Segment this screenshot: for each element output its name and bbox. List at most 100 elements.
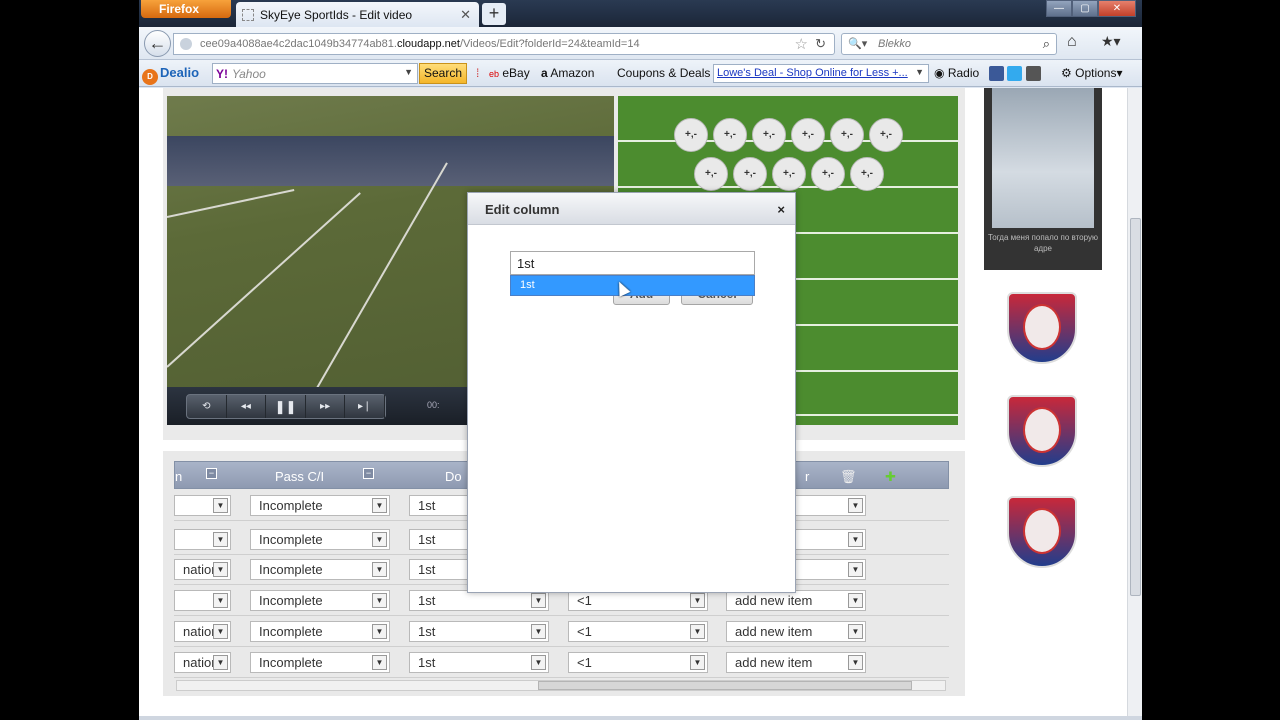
home-icon[interactable]: ⌂ xyxy=(1067,33,1077,51)
dropdown-arrow-icon[interactable]: ▼ xyxy=(372,532,387,547)
dropdown-arrow-icon[interactable]: ▼ xyxy=(848,624,863,639)
dropdown-arrow-icon[interactable]: ▼ xyxy=(213,562,228,577)
google-plus-icon[interactable] xyxy=(1025,66,1041,81)
play-marker[interactable]: +,- xyxy=(733,157,767,191)
row-cell[interactable]: 1st ▼ xyxy=(409,621,549,642)
dropdown-arrow-icon[interactable]: ▼ xyxy=(213,624,228,639)
dropdown-arrow-icon[interactable]: ▼ xyxy=(213,498,228,513)
dropdown-arrow-icon[interactable]: ▼ xyxy=(690,624,705,639)
row-cell[interactable]: Incomplete ▼ xyxy=(250,621,390,642)
facebook-icon[interactable] xyxy=(989,66,1004,81)
radio-link[interactable]: ◉ Radio xyxy=(934,66,979,80)
club-emblem-image[interactable] xyxy=(1007,395,1077,467)
reload-icon[interactable]: ↻ xyxy=(815,36,826,52)
loop-icon[interactable]: ⟲ xyxy=(187,395,227,418)
row-cell[interactable]: ▼ xyxy=(174,590,231,611)
play-marker[interactable]: +,- xyxy=(752,118,786,152)
dropdown-arrow-icon[interactable]: ▼ xyxy=(690,593,705,608)
play-marker[interactable]: +,- xyxy=(850,157,884,191)
dropdown-arrow-icon[interactable]: ▼ xyxy=(531,624,546,639)
options-menu[interactable]: ⚙ Options▾ xyxy=(1061,66,1123,80)
trash-icon[interactable]: 🗑 xyxy=(840,469,857,485)
row-cell[interactable]: add new item ▼ xyxy=(726,621,866,642)
close-window-button[interactable]: ✕ xyxy=(1098,0,1136,17)
dropdown-arrow-icon[interactable]: ▼ xyxy=(848,593,863,608)
row-cell[interactable]: add new item ▼ xyxy=(726,590,866,611)
play-marker[interactable]: +,- xyxy=(674,118,708,152)
next-frame-icon[interactable]: ▸❘ xyxy=(345,395,385,418)
coupons-deals-link[interactable]: Coupons & Deals xyxy=(617,66,710,80)
column-toggle-icon[interactable]: − xyxy=(206,468,217,479)
dropdown-arrow-icon[interactable]: ▼ xyxy=(848,532,863,547)
search-go-icon[interactable]: ⌕ xyxy=(1043,36,1050,52)
dropdown-arrow-icon[interactable]: ▼ xyxy=(213,532,228,547)
url-bar[interactable]: cee09a4088ae4c2dac1049b34774ab81.cloudap… xyxy=(173,33,835,55)
page-scrollbar[interactable] xyxy=(1127,88,1142,720)
play-marker[interactable]: +,- xyxy=(791,118,825,152)
row-cell[interactable]: nation ▼ xyxy=(174,621,231,642)
site-identity-icon[interactable] xyxy=(180,38,192,50)
scrollbar-thumb[interactable] xyxy=(538,681,912,690)
row-cell[interactable]: Incomplete ▼ xyxy=(250,652,390,673)
search-box[interactable]: 🔍▾ Blekko ⌕ xyxy=(841,33,1057,55)
new-tab-button[interactable]: + xyxy=(482,3,506,25)
play-marker[interactable]: +,- xyxy=(830,118,864,152)
yahoo-search-input[interactable]: Y! Yahoo ▼ xyxy=(212,63,418,84)
twitter-icon[interactable] xyxy=(1007,66,1023,81)
dropdown-arrow-icon[interactable]: ▼ xyxy=(372,498,387,513)
firefox-menu-button[interactable]: Firefox xyxy=(141,0,231,18)
search-engine-icon[interactable]: 🔍▾ xyxy=(848,37,867,50)
row-cell[interactable]: <1 ▼ xyxy=(568,590,708,611)
horizontal-scrollbar[interactable] xyxy=(176,680,946,691)
tab-edit-video[interactable]: SkyEye SportIds - Edit video ✕ xyxy=(236,2,479,27)
club-emblem-image[interactable] xyxy=(1007,292,1077,364)
dropdown-arrow-icon[interactable]: ▼ xyxy=(848,562,863,577)
dropdown-arrow-icon[interactable]: ▼ xyxy=(848,655,863,670)
row-cell[interactable]: Incomplete ▼ xyxy=(250,590,390,611)
row-cell[interactable]: add new item ▼ xyxy=(726,652,866,673)
row-cell[interactable]: <1 ▼ xyxy=(568,621,708,642)
dropdown-arrow-icon[interactable]: ▼ xyxy=(213,593,228,608)
play-marker[interactable]: +,- xyxy=(713,118,747,152)
row-cell[interactable]: Incomplete ▼ xyxy=(250,559,390,580)
club-emblem-image[interactable] xyxy=(1007,496,1077,568)
close-tab-icon[interactable]: ✕ xyxy=(460,7,471,23)
row-cell[interactable]: <1 ▼ xyxy=(568,652,708,673)
ad-image[interactable]: Тогда меня попало по вторую адре xyxy=(984,88,1102,270)
column-header[interactable]: Pass C/I xyxy=(275,469,324,484)
column-header[interactable]: r xyxy=(805,469,809,484)
play-marker[interactable]: +,- xyxy=(772,157,806,191)
row-cell[interactable]: Incomplete ▼ xyxy=(250,529,390,550)
row-cell[interactable]: ▼ xyxy=(174,495,231,516)
play-marker[interactable]: +,- xyxy=(869,118,903,152)
column-header[interactable]: n xyxy=(175,469,182,484)
row-cell[interactable]: nation ▼ xyxy=(174,559,231,580)
fast-forward-icon[interactable]: ▸▸ xyxy=(306,395,346,418)
scrollbar-thumb[interactable] xyxy=(1130,218,1141,596)
add-column-icon[interactable]: ✚ xyxy=(885,469,896,485)
maximize-button[interactable]: ▢ xyxy=(1072,0,1098,17)
dropdown-arrow-icon[interactable]: ▼ xyxy=(372,655,387,670)
column-header[interactable]: Do xyxy=(445,469,462,484)
dropdown-arrow-icon[interactable]: ▼ xyxy=(531,655,546,670)
autocomplete-item[interactable]: 1st xyxy=(511,276,754,295)
dealio-logo[interactable]: D Dealio xyxy=(142,65,199,85)
row-cell[interactable]: nation ▼ xyxy=(174,652,231,673)
column-toggle-icon[interactable]: − xyxy=(363,468,374,479)
ebay-link[interactable]: eb eBay xyxy=(489,66,530,80)
row-cell[interactable]: 1st ▼ xyxy=(409,590,549,611)
amazon-link[interactable]: a Amazon xyxy=(541,66,594,80)
dropdown-arrow-icon[interactable]: ▼ xyxy=(404,67,413,77)
dropdown-arrow-icon[interactable]: ▼ xyxy=(372,593,387,608)
pause-icon[interactable]: ❚❚ xyxy=(266,395,306,418)
dropdown-arrow-icon[interactable]: ▼ xyxy=(531,593,546,608)
column-value-input[interactable]: 1st xyxy=(510,251,755,275)
row-cell[interactable]: ▼ xyxy=(174,529,231,550)
yahoo-search-button[interactable]: Search xyxy=(419,63,467,84)
play-marker[interactable]: +,- xyxy=(811,157,845,191)
close-icon[interactable]: × xyxy=(777,202,785,217)
rewind-icon[interactable]: ◂◂ xyxy=(227,395,267,418)
minimize-button[interactable]: — xyxy=(1046,0,1072,17)
lowes-deal-dropdown[interactable]: Lowe's Deal - Shop Online for Less +... … xyxy=(713,64,929,83)
dropdown-arrow-icon[interactable]: ▼ xyxy=(372,624,387,639)
